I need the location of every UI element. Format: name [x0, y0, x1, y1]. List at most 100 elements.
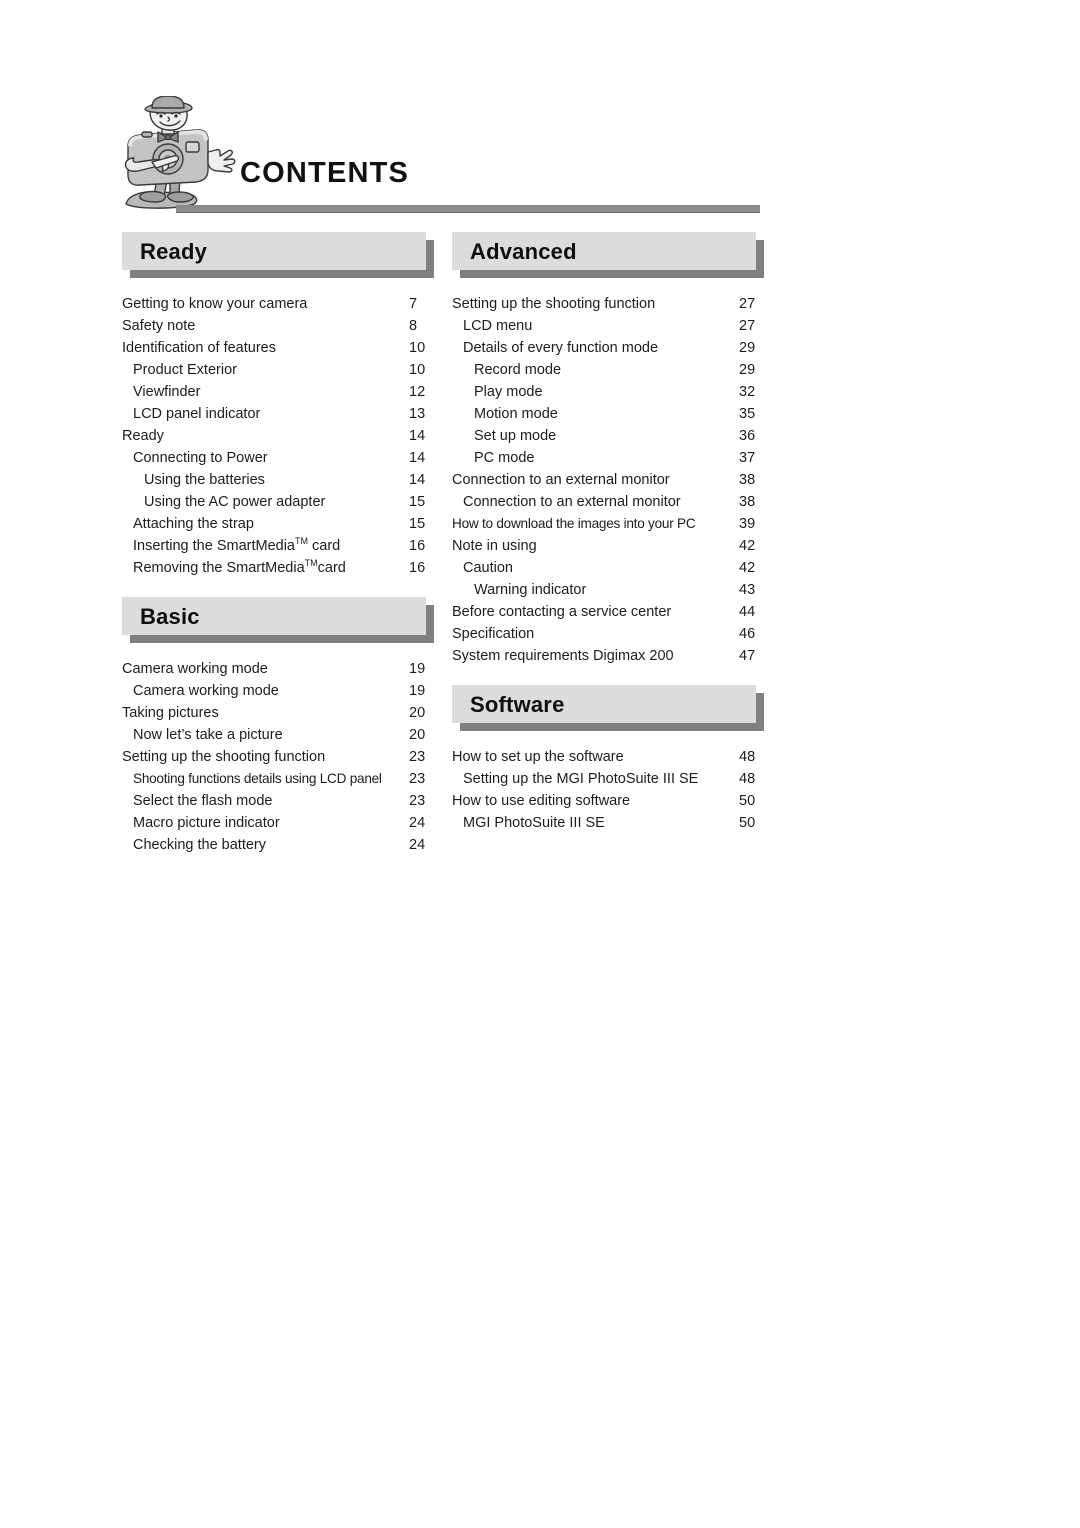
- toc-entry-page-number: 29: [739, 340, 756, 356]
- toc-entry-title: Safety note: [122, 318, 196, 334]
- toc-entry-page-number: 50: [739, 815, 756, 831]
- toc-entry[interactable]: Warning indicator 43: [452, 579, 764, 601]
- toc-entry-page-number: 29: [739, 362, 756, 378]
- toc-entry-title: Caution: [463, 560, 513, 576]
- toc-entry-title: Macro picture indicator: [133, 815, 280, 831]
- toc-entry-page-number: 16: [409, 538, 426, 554]
- toc-entry-title: Attaching the strap: [133, 516, 254, 532]
- toc-entry-title: Camera working mode: [122, 661, 268, 677]
- toc-entry-title: Using the AC power adapter: [144, 494, 326, 510]
- toc-entry[interactable]: Set up mode 36: [452, 425, 764, 447]
- toc-entry[interactable]: Inserting the SmartMediaTM card 16: [122, 535, 434, 557]
- toc-entry-title: MGI PhotoSuite III SE: [463, 815, 605, 831]
- toc-entry[interactable]: Taking pictures 20: [122, 702, 434, 724]
- toc-entry[interactable]: Specification 46: [452, 623, 764, 645]
- toc-entry[interactable]: Now let’s take a picture 20: [122, 724, 434, 746]
- toc-entry-page-number: 10: [409, 340, 426, 356]
- toc-entry-page-number: 23: [409, 793, 426, 809]
- toc-entry-title: Shooting functions details using LCD pan…: [133, 771, 382, 786]
- section-banner-advanced: Advanced: [452, 232, 764, 278]
- toc-entry[interactable]: MGI PhotoSuite III SE 50: [452, 812, 764, 834]
- toc-entry[interactable]: Select the flash mode 23: [122, 790, 434, 812]
- trademark-icon: TM: [304, 558, 318, 569]
- toc-entry-title: Getting to know your camera: [122, 296, 308, 312]
- toc-entry-page-number: 48: [739, 771, 756, 787]
- toc-entry-page-number: 20: [409, 727, 426, 743]
- toc-entry[interactable]: How to download the images into your PC 3…: [452, 513, 764, 535]
- toc-entry[interactable]: Product Exterior 10: [122, 359, 434, 381]
- toc-entry[interactable]: LCD menu 27: [452, 315, 764, 337]
- toc-entry-title: Play mode: [474, 384, 543, 400]
- toc-entry[interactable]: Play mode 32: [452, 381, 764, 403]
- toc-entry[interactable]: Ready 14: [122, 425, 434, 447]
- toc-entry[interactable]: Checking the battery 24: [122, 834, 434, 856]
- toc-entry[interactable]: Shooting functions details using LCD pan…: [122, 768, 434, 790]
- toc-entry-page-number: 44: [739, 604, 756, 620]
- toc-entry[interactable]: How to use editing software 50: [452, 790, 764, 812]
- toc-entry[interactable]: Camera working mode 19: [122, 680, 434, 702]
- section-heading-basic: Basic: [140, 604, 200, 629]
- toc-list-basic: Camera working mode 19 Camera working mode…: [122, 658, 434, 856]
- toc-entry-title: Using the batteries: [144, 472, 265, 488]
- toc-entry[interactable]: Macro picture indicator 24: [122, 812, 434, 834]
- section-heading-ready: Ready: [140, 239, 208, 264]
- toc-entry-title: How to use editing software: [452, 793, 631, 809]
- section-banner-software: Software: [452, 685, 764, 731]
- toc-entry-page-number: 15: [409, 516, 426, 532]
- toc-entry-title: System requirements Digimax 200: [452, 648, 674, 664]
- toc-entry-title: Record mode: [474, 362, 562, 378]
- toc-entry[interactable]: System requirements Digimax 200 47: [452, 645, 764, 667]
- toc-entry[interactable]: Details of every function mode 29: [452, 337, 764, 359]
- toc-entry[interactable]: Camera working mode 19: [122, 658, 434, 680]
- toc-entry[interactable]: Setting up the shooting function 27: [452, 293, 764, 315]
- toc-entry[interactable]: How to set up the software 48: [452, 746, 764, 768]
- toc-entry-title: PC mode: [474, 450, 535, 466]
- section-banner-ready: Ready: [122, 232, 434, 278]
- toc-entry-page-number: 19: [409, 683, 426, 699]
- toc-entry-page-number: 19: [409, 661, 426, 677]
- section-basic: Basic Camera working mode 19 Camera working…: [122, 597, 434, 856]
- toc-entry-page-number: 16: [409, 560, 426, 576]
- toc-entry[interactable]: Setting up the MGI PhotoSuite III SE 48: [452, 768, 764, 790]
- toc-entry-title: LCD panel indicator: [133, 406, 261, 422]
- toc-entry-title: Connecting to Power: [133, 450, 268, 466]
- toc-entry[interactable]: Using the AC power adapter 15: [122, 491, 434, 513]
- toc-entry[interactable]: Caution 42: [452, 557, 764, 579]
- toc-entry[interactable]: Getting to know your camera 7: [122, 293, 434, 315]
- toc-entry-page-number: 42: [739, 538, 756, 554]
- toc-entry[interactable]: Motion mode 35: [452, 403, 764, 425]
- toc-entry-title: Setting up the shooting function: [452, 296, 656, 312]
- toc-entry-title: LCD menu: [463, 318, 533, 334]
- toc-entry-title: Inserting the SmartMediaTM card: [133, 536, 341, 554]
- toc-entry-title: Motion mode: [474, 406, 558, 422]
- toc-entry[interactable]: Safety note 8: [122, 315, 434, 337]
- toc-entry[interactable]: PC mode 37: [452, 447, 764, 469]
- toc-entry-page-number: 46: [739, 626, 756, 642]
- toc-entry[interactable]: Identification of features 10: [122, 337, 434, 359]
- toc-entry[interactable]: Viewfinder 12: [122, 381, 434, 403]
- toc-entry-page-number: 15: [409, 494, 426, 510]
- toc-entry[interactable]: Using the batteries 14: [122, 469, 434, 491]
- toc-entry-page-number: 35: [739, 406, 756, 422]
- toc-entry-page-number: 24: [409, 837, 426, 853]
- toc-entry-title: Taking pictures: [122, 705, 219, 721]
- section-heading-advanced: Advanced: [470, 239, 577, 264]
- toc-entry[interactable]: LCD panel indicator 13: [122, 403, 434, 425]
- toc-entry[interactable]: Connection to an external monitor 38: [452, 491, 764, 513]
- toc-entry[interactable]: Note in using 42: [452, 535, 764, 557]
- toc-entry-page-number: 39: [739, 516, 756, 532]
- toc-entry-page-number: 38: [739, 472, 756, 488]
- section-ready: Ready Getting to know your camera 7 Safety …: [122, 232, 434, 579]
- toc-entry[interactable]: Before contacting a service center 44: [452, 601, 764, 623]
- toc-entry[interactable]: Removing the SmartMediaTMcard 16: [122, 557, 434, 579]
- toc-entry-page-number: 27: [739, 318, 756, 334]
- toc-entry[interactable]: Connecting to Power 14: [122, 447, 434, 469]
- toc-entry[interactable]: Setting up the shooting function 23: [122, 746, 434, 768]
- toc-entry[interactable]: Attaching the strap 15: [122, 513, 434, 535]
- toc-entry-title: Identification of features: [122, 340, 276, 356]
- toc-entry[interactable]: Connection to an external monitor 38: [452, 469, 764, 491]
- toc-entry-page-number: 38: [739, 494, 756, 510]
- toc-entry-page-number: 37: [739, 450, 756, 466]
- toc-entry-title: Connection to an external monitor: [463, 494, 681, 510]
- toc-entry[interactable]: Record mode 29: [452, 359, 764, 381]
